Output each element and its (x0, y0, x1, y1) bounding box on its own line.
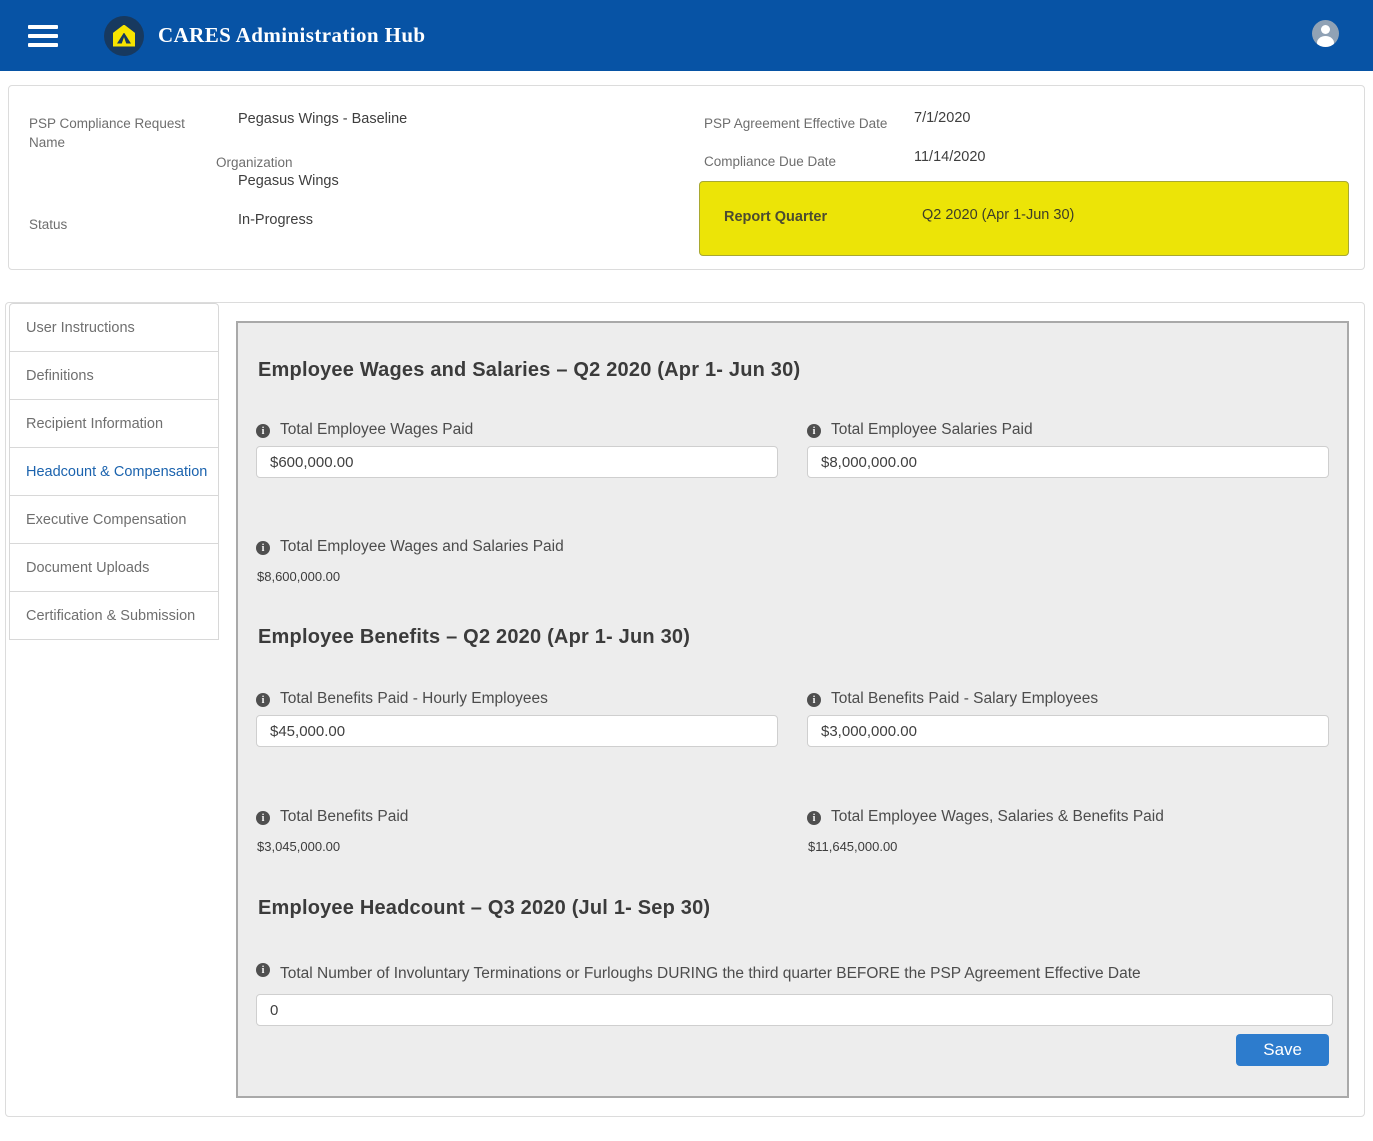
request-name-label: PSP Compliance Request Name (29, 114, 189, 152)
hamburger-menu-icon[interactable] (28, 25, 58, 47)
benefits-total-label: Total Benefits Paid (280, 808, 408, 826)
grand-total-value: $11,645,000.00 (808, 839, 1329, 854)
tab-document-uploads[interactable]: Document Uploads (9, 543, 219, 592)
benefits-salary-label: Total Benefits Paid - Salary Employees (831, 690, 1098, 708)
tab-definitions[interactable]: Definitions (9, 351, 219, 400)
effective-date-value: 7/1/2020 (914, 110, 970, 126)
wages-salaries-total-label-row: i Total Employee Wages and Salaries Paid (256, 538, 1329, 556)
benefits-salary-input[interactable] (807, 715, 1329, 747)
terminations-input[interactable] (256, 994, 1333, 1026)
info-icon[interactable]: i (807, 424, 821, 438)
organization-value: Pegasus Wings (238, 173, 339, 189)
report-quarter-label: Report Quarter (724, 209, 827, 225)
organization-label: Organization (216, 153, 293, 172)
wages-salaries-total-value: $8,600,000.00 (257, 569, 1329, 584)
content-card: User Instructions Definitions Recipient … (5, 302, 1365, 1117)
tab-user-instructions[interactable]: User Instructions (9, 303, 219, 352)
salaries-paid-label: Total Employee Salaries Paid (831, 421, 1033, 439)
tab-headcount-compensation[interactable]: Headcount & Compensation (9, 447, 219, 496)
benefits-salary-label-row: i Total Benefits Paid - Salary Employees (807, 690, 1329, 708)
tab-recipient-information[interactable]: Recipient Information (9, 399, 219, 448)
headcount-compensation-form: Employee Wages and Salaries – Q2 2020 (A… (236, 321, 1349, 1098)
info-icon[interactable]: i (256, 693, 270, 707)
effective-date-label: PSP Agreement Effective Date (704, 114, 887, 133)
wages-paid-input[interactable] (256, 446, 778, 478)
benefits-total-value: $3,045,000.00 (257, 839, 778, 854)
app-header: CARES Administration Hub (0, 0, 1373, 71)
info-icon[interactable]: i (256, 963, 270, 977)
section-heading-headcount: Employee Headcount – Q3 2020 (Jul 1- Sep… (258, 897, 1329, 920)
section-tab-list: User Instructions Definitions Recipient … (9, 303, 219, 640)
benefits-hourly-label-row: i Total Benefits Paid - Hourly Employees (256, 690, 778, 708)
status-label: Status (29, 215, 67, 234)
report-quarter-highlight: Report Quarter Q2 2020 (Apr 1-Jun 30) (699, 181, 1349, 256)
info-icon[interactable]: i (807, 693, 821, 707)
terminations-label: Total Number of Involuntary Terminations… (280, 960, 1141, 987)
wages-salaries-total-label: Total Employee Wages and Salaries Paid (280, 538, 564, 556)
report-quarter-value: Q2 2020 (Apr 1-Jun 30) (922, 207, 1074, 223)
wages-paid-label-row: i Total Employee Wages Paid (256, 421, 778, 439)
user-avatar-person-icon[interactable] (1312, 20, 1339, 47)
section-heading-wages-salaries: Employee Wages and Salaries – Q2 2020 (A… (258, 359, 1329, 382)
app-logo-shield-chevron-icon (104, 16, 144, 56)
app-root: CARES Administration Hub PSP Compliance … (0, 0, 1373, 1141)
compliance-summary-card: PSP Compliance Request Name Pegasus Wing… (8, 85, 1365, 270)
salaries-paid-input[interactable] (807, 446, 1329, 478)
terminations-label-row: i Total Number of Involuntary Terminatio… (256, 960, 1333, 987)
due-date-label: Compliance Due Date (704, 152, 836, 171)
benefits-hourly-input[interactable] (256, 715, 778, 747)
info-icon[interactable]: i (807, 811, 821, 825)
due-date-value: 11/14/2020 (914, 149, 986, 165)
benefits-hourly-label: Total Benefits Paid - Hourly Employees (280, 690, 548, 708)
salaries-paid-label-row: i Total Employee Salaries Paid (807, 421, 1329, 439)
benefits-total-label-row: i Total Benefits Paid (256, 808, 778, 826)
app-title: CARES Administration Hub (158, 23, 426, 48)
tab-executive-compensation[interactable]: Executive Compensation (9, 495, 219, 544)
section-heading-benefits: Employee Benefits – Q2 2020 (Apr 1- Jun … (258, 626, 1329, 649)
info-icon[interactable]: i (256, 424, 270, 438)
tab-certification-submission[interactable]: Certification & Submission (9, 591, 219, 640)
info-icon[interactable]: i (256, 541, 270, 555)
request-name-value: Pegasus Wings - Baseline (238, 111, 407, 127)
wages-paid-label: Total Employee Wages Paid (280, 421, 473, 439)
grand-total-label-row: i Total Employee Wages, Salaries & Benef… (807, 808, 1329, 826)
info-icon[interactable]: i (256, 811, 270, 825)
status-value: In-Progress (238, 212, 313, 228)
grand-total-label: Total Employee Wages, Salaries & Benefit… (831, 808, 1164, 826)
save-button[interactable]: Save (1236, 1034, 1329, 1066)
